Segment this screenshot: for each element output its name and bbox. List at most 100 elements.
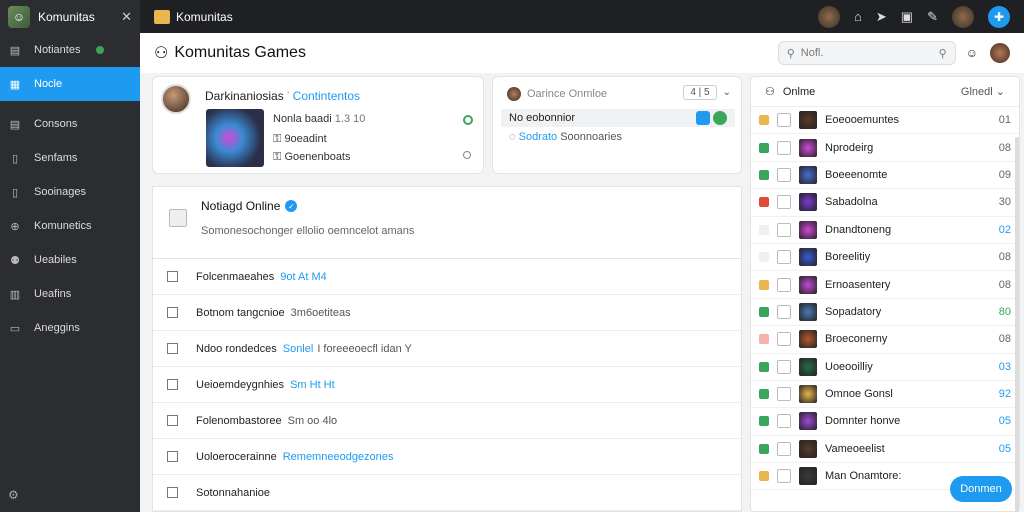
megaphone-icon[interactable]: ➤ xyxy=(876,9,887,25)
member-checkbox[interactable] xyxy=(777,113,791,128)
member-checkbox[interactable] xyxy=(777,167,791,182)
member-checkbox[interactable] xyxy=(777,414,791,429)
list-item-meta: Sm oo 4lo xyxy=(287,414,338,427)
list-item[interactable]: Folenombastoree Sm oo 4lo xyxy=(153,403,741,439)
member-row[interactable]: Eoeooemuntes 01 xyxy=(751,107,1019,135)
sidebar-item-label: Notiantes xyxy=(34,44,81,56)
options-icon[interactable] xyxy=(463,151,471,159)
list-item-name: Ueioemdeygnhies xyxy=(196,378,285,391)
sidebar-item-label: Ueafins xyxy=(34,288,72,300)
user-icon: ⚉ xyxy=(10,254,20,267)
member-checkbox[interactable] xyxy=(777,304,791,319)
search-text: Nofl. xyxy=(800,47,824,59)
member-checkbox[interactable] xyxy=(777,195,791,210)
member-thumbnail xyxy=(799,111,817,130)
user-avatar[interactable] xyxy=(952,5,974,28)
emoji-icon[interactable]: ☺ xyxy=(966,46,978,60)
list-item[interactable]: Ueioemdeygnhies Sm Ht Ht xyxy=(153,367,741,403)
sidebar-item[interactable]: ▦ Nocle xyxy=(0,67,140,101)
sidebar-item[interactable]: ▯ Sooinages xyxy=(0,175,140,209)
settings-icon[interactable]: ⚙ xyxy=(8,488,19,502)
member-row[interactable]: Dnandtoneng 02 xyxy=(751,217,1019,244)
list-item-meta: Sm Ht Ht xyxy=(290,378,335,391)
member-checkbox[interactable] xyxy=(777,222,791,237)
status-label: Oarince Onmloe xyxy=(527,88,608,100)
row-checkbox[interactable] xyxy=(167,451,178,462)
status-row[interactable]: No eobonnior xyxy=(501,109,735,127)
profile-avatar[interactable] xyxy=(161,84,191,114)
sidebar-item[interactable]: ▯ Senfams xyxy=(0,141,140,175)
sidebar: ☺ Komunitas ✕ ▤ Notiantes ▦ Nocle ▤ Consons ▯ S… xyxy=(0,0,140,512)
friend-avatar[interactable] xyxy=(818,5,841,28)
sidebar-item[interactable]: ▤ Notiantes xyxy=(0,33,140,67)
member-row[interactable]: Uoeooilliy 03 xyxy=(751,354,1019,381)
page-title: ⚇ Komunitas Games xyxy=(154,43,778,63)
row-checkbox[interactable] xyxy=(167,415,178,426)
member-row[interactable]: Sopadatory 80 xyxy=(751,299,1019,327)
floating-action-button[interactable]: Donmen xyxy=(950,476,1012,502)
inbox-icon[interactable]: ▣ xyxy=(901,9,913,25)
list-item[interactable]: Botnom tangcnioe 3m6oetiteas xyxy=(153,295,741,331)
status-square-icon xyxy=(759,334,769,345)
sidebar-item[interactable]: ▤ Consons xyxy=(0,107,140,141)
member-row[interactable]: Sabadolna 30 xyxy=(751,189,1019,217)
list-item[interactable]: Folcenmaeahes 9ot At M4 xyxy=(153,259,741,295)
status-square-icon xyxy=(759,389,769,400)
member-row[interactable]: Omnoe Gonsl 92 xyxy=(751,381,1019,409)
member-name: Boreelitiy xyxy=(825,251,871,264)
member-row[interactable]: Ernoasentery 08 xyxy=(751,271,1019,299)
member-row[interactable]: Nprodeirg 08 xyxy=(751,134,1019,162)
search-submit-icon[interactable]: ⚲ xyxy=(939,47,947,60)
sidebar-item[interactable]: ⚉ Ueabiles xyxy=(0,243,140,277)
profile-line-1: Nonla baadi 1.3 10 xyxy=(273,113,365,125)
member-count: 02 xyxy=(998,223,1011,236)
search-input[interactable]: ⚲ Nofl. ⚲ xyxy=(777,41,956,65)
online-status-icon xyxy=(463,115,473,125)
sidebar-item[interactable]: ▥ Ueafins xyxy=(0,277,140,311)
member-checkbox[interactable] xyxy=(777,140,791,155)
member-row[interactable]: Vameoeelist 05 xyxy=(751,436,1019,464)
row-checkbox[interactable] xyxy=(167,343,178,354)
pin-icon[interactable]: ✎ xyxy=(927,9,938,25)
gift-icon[interactable]: ⌂ xyxy=(854,9,862,24)
member-checkbox[interactable] xyxy=(777,441,791,456)
row-checkbox[interactable] xyxy=(167,487,178,498)
status-header: Oarince Onmloe xyxy=(507,87,607,101)
status-square-icon xyxy=(759,306,769,317)
member-row[interactable]: Broeconerny 08 xyxy=(751,326,1019,354)
member-checkbox[interactable] xyxy=(777,277,791,292)
row-checkbox[interactable] xyxy=(167,379,178,390)
list-item[interactable]: Sotonnahanioe xyxy=(153,475,741,511)
close-icon[interactable]: ✕ xyxy=(121,9,132,25)
member-row[interactable]: Domnter honve 05 xyxy=(751,408,1019,436)
scrollbar[interactable] xyxy=(1015,137,1019,512)
status-sub-text: Soonnoaries xyxy=(560,131,622,143)
game-thumbnail[interactable] xyxy=(206,109,264,167)
header-avatar[interactable] xyxy=(990,43,1010,63)
member-checkbox[interactable] xyxy=(777,250,791,265)
status-sub-link[interactable]: Sodrato xyxy=(519,131,558,143)
refresh-icon: ◌ xyxy=(509,131,516,143)
member-row[interactable]: Boeeenomte 09 xyxy=(751,162,1019,190)
members-icon: ⚇ xyxy=(765,86,775,98)
list-item[interactable]: Ndoo rondedces Sonlel I foreeeoecfl idan Y xyxy=(153,331,741,367)
member-checkbox[interactable] xyxy=(777,332,791,347)
row-checkbox[interactable] xyxy=(167,271,178,282)
list-item[interactable]: Uoloerocerainne Rememneeodgezones xyxy=(153,439,741,475)
chevron-down-icon[interactable]: ⌄ xyxy=(723,87,731,98)
status-square-icon xyxy=(759,443,769,454)
profile-link[interactable]: Contintentos xyxy=(293,89,360,103)
status-control-box[interactable]: 4 | 5 xyxy=(683,85,717,100)
member-checkbox[interactable] xyxy=(777,387,791,402)
row-checkbox[interactable] xyxy=(167,307,178,318)
sidebar-item[interactable]: ▭ Aneggins xyxy=(0,311,140,345)
add-friend-icon[interactable]: ✚ xyxy=(988,5,1010,28)
member-row[interactable]: Boreelitiy 08 xyxy=(751,244,1019,272)
filter-select[interactable]: Glnedl ⌄ xyxy=(961,85,1005,98)
member-checkbox[interactable] xyxy=(777,359,791,374)
profile-line-1-meta: 1.3 10 xyxy=(334,113,366,125)
app-logo-icon xyxy=(154,9,170,24)
list-item-name: Uoloerocerainne xyxy=(196,450,277,463)
sidebar-item[interactable]: ⊕ Komunetics xyxy=(0,209,140,243)
member-checkbox[interactable] xyxy=(777,469,791,484)
